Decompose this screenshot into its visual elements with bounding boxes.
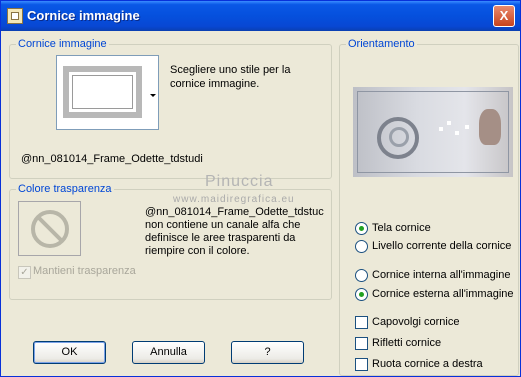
frame-thumbnail-icon bbox=[63, 66, 142, 118]
no-entry-icon bbox=[31, 210, 69, 248]
frame-filename: @nn_081014_Frame_Odette_tdstudi bbox=[21, 153, 203, 165]
checkbox-capovolgi-label[interactable]: Capovolgi cornice bbox=[372, 316, 459, 328]
checkbox-ruota[interactable] bbox=[355, 358, 368, 371]
checkbox-rifletti[interactable] bbox=[355, 337, 368, 350]
frame-description-line2: cornice immagine. bbox=[170, 78, 260, 90]
frame-preview-image bbox=[353, 87, 513, 177]
app-icon bbox=[7, 8, 23, 24]
radio-cornice-interna[interactable] bbox=[355, 269, 368, 282]
title-bar[interactable]: Cornice immagine X bbox=[1, 1, 520, 31]
ok-button[interactable]: OK bbox=[33, 341, 106, 364]
transparency-message-line3: definisce le aree trasparenti da bbox=[145, 232, 296, 244]
transparency-message-line1: @nn_081014_Frame_Odette_tdstuc bbox=[145, 206, 324, 218]
transparency-message-line2: non contiene un canale alfa che bbox=[145, 219, 301, 231]
frame-group-legend: Cornice immagine bbox=[16, 38, 109, 51]
transparency-message-line4: riempire con il colore. bbox=[145, 245, 250, 257]
radio-cornice-interna-label[interactable]: Cornice interna all'immagine bbox=[372, 269, 510, 281]
cancel-button[interactable]: Annulla bbox=[132, 341, 205, 364]
radio-livello-corrente[interactable] bbox=[355, 240, 368, 253]
orientation-group-legend: Orientamento bbox=[346, 38, 417, 51]
dropdown-arrow-icon bbox=[150, 94, 156, 97]
checkbox-rifletti-label[interactable]: Rifletti cornice bbox=[372, 337, 441, 349]
dialog-window: Cornice immagine X Cornice immagine Sceg… bbox=[0, 0, 521, 377]
window-title: Cornice immagine bbox=[27, 8, 140, 23]
maintain-transparency-checkbox: ✓ bbox=[18, 266, 31, 279]
checkbox-capovolgi[interactable] bbox=[355, 316, 368, 329]
frame-style-dropdown[interactable] bbox=[56, 55, 159, 130]
frame-description-line1: Scegliere uno stile per la bbox=[170, 64, 291, 76]
transparency-color-swatch bbox=[18, 201, 81, 256]
checkbox-ruota-label[interactable]: Ruota cornice a destra bbox=[372, 358, 483, 370]
watermark-name: Pinuccia bbox=[205, 173, 274, 190]
help-button[interactable]: ? bbox=[231, 341, 304, 364]
radio-tela-cornice-label[interactable]: Tela cornice bbox=[372, 222, 431, 234]
radio-livello-corrente-label[interactable]: Livello corrente della cornice bbox=[372, 240, 511, 252]
radio-cornice-esterna-label[interactable]: Cornice esterna all'immagine bbox=[372, 288, 514, 300]
close-button[interactable]: X bbox=[493, 5, 515, 27]
maintain-transparency-label: Mantieni trasparenza bbox=[33, 265, 136, 277]
transparency-group-legend: Colore trasparenza bbox=[16, 183, 114, 196]
radio-cornice-esterna[interactable] bbox=[355, 288, 368, 301]
watermark-url: www.maidiregrafica.eu bbox=[173, 194, 295, 205]
radio-tela-cornice[interactable] bbox=[355, 222, 368, 235]
